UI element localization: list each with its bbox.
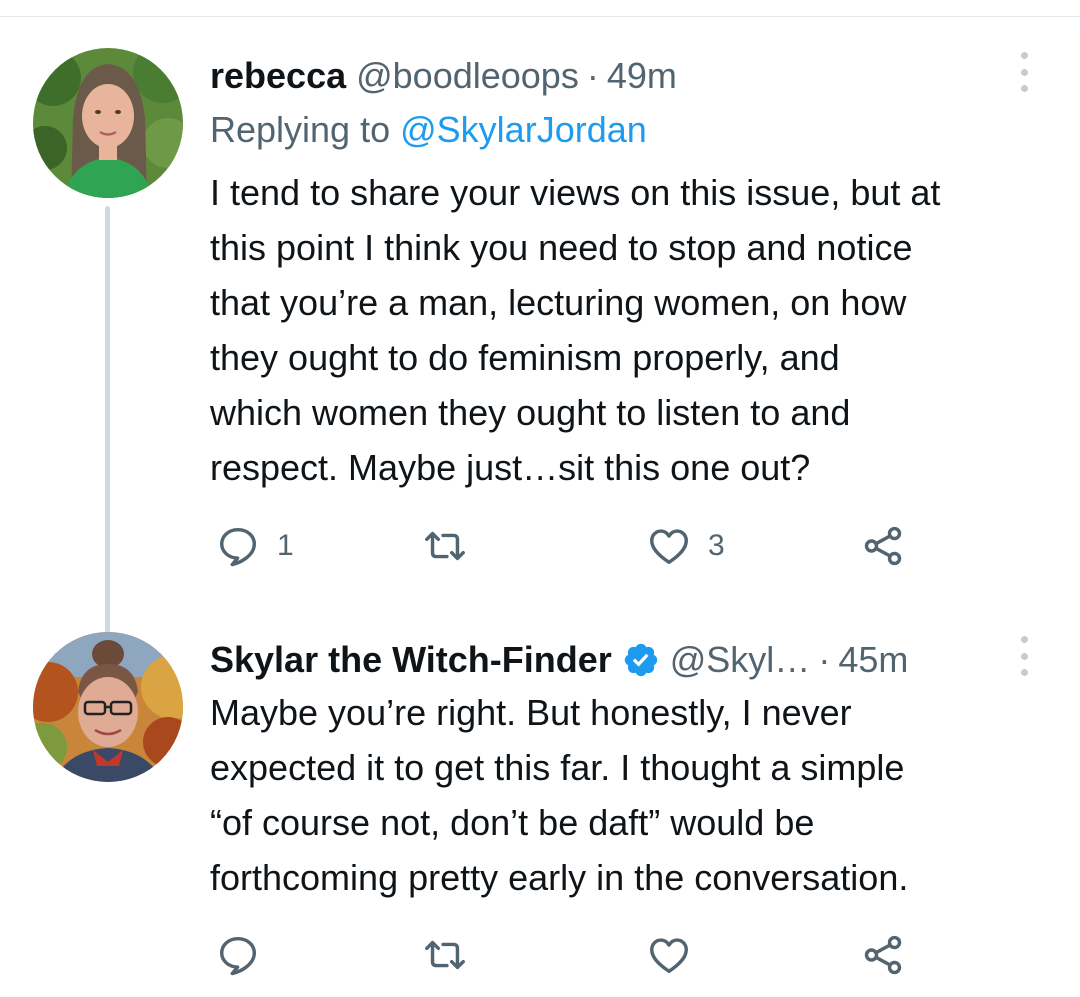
share-button[interactable] <box>860 521 906 571</box>
tweet-text: Maybe you’re right. But honestly, I neve… <box>210 692 909 898</box>
tweet-header: Skylar the Witch-Finder @Skyl… · 45m <box>210 638 1020 682</box>
share-nodes-icon <box>864 526 902 566</box>
author-handle[interactable]: @boodleoops <box>356 54 579 98</box>
heart-icon <box>650 938 688 974</box>
like-button[interactable]: 3 <box>646 521 725 571</box>
thread-line <box>105 206 110 671</box>
tweet-rebecca[interactable]: rebecca @boodleoops · 49m Replying to @S… <box>0 48 1080 671</box>
avatar-rebecca[interactable] <box>33 48 183 198</box>
retweet-button[interactable] <box>422 930 484 980</box>
avatar-skylar[interactable] <box>33 632 183 782</box>
share-button[interactable] <box>860 930 906 980</box>
share-nodes-icon <box>864 935 902 975</box>
reply-button[interactable] <box>215 930 277 980</box>
author-handle[interactable]: @Skyl… <box>670 638 811 682</box>
heart-icon <box>650 529 688 565</box>
author-name[interactable]: Skylar the Witch-Finder <box>210 638 612 682</box>
retweet-arrows-icon <box>425 531 465 561</box>
author-name[interactable]: rebecca <box>210 54 346 98</box>
replying-to: Replying to @SkylarJordan <box>210 108 647 152</box>
replying-to-label: Replying to <box>210 109 391 150</box>
retweet-arrows-icon <box>425 940 465 970</box>
tweet-header: rebecca @boodleoops · 49m <box>210 54 1020 98</box>
tweet-skylar[interactable]: Skylar the Witch-Finder @Skyl… · 45m May… <box>0 632 1080 997</box>
reply-count: 1 <box>277 529 294 562</box>
speech-bubble-icon <box>219 527 257 567</box>
tweet-text: I tend to share your views on this issue… <box>210 172 941 488</box>
verified-badge-icon <box>622 641 660 679</box>
like-count: 3 <box>708 529 725 562</box>
speech-bubble-icon <box>219 936 257 976</box>
like-button[interactable] <box>646 930 708 980</box>
top-divider <box>0 16 1080 17</box>
timestamp[interactable]: 45m <box>838 638 908 682</box>
vertical-ellipsis-icon[interactable] <box>1014 52 1034 92</box>
replying-to-handle-link[interactable]: @SkylarJordan <box>400 109 647 150</box>
tweet-actions <box>210 930 930 980</box>
vertical-ellipsis-icon[interactable] <box>1014 636 1034 676</box>
separator: · <box>818 639 831 680</box>
tweet-actions: 1 3 <box>210 521 930 571</box>
retweet-button[interactable] <box>422 521 484 571</box>
reply-button[interactable]: 1 <box>215 521 294 571</box>
separator: · <box>586 55 599 96</box>
timestamp[interactable]: 49m <box>607 54 677 98</box>
